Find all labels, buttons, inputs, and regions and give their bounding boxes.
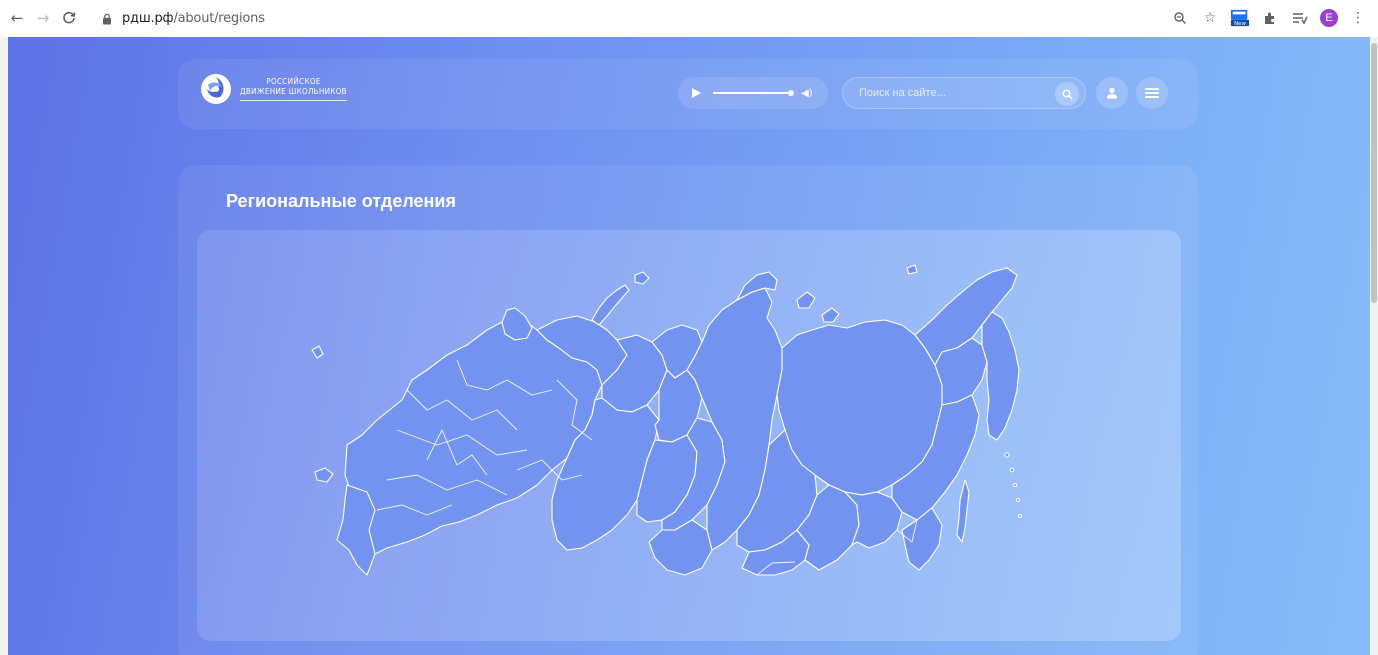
russia-regions-map[interactable] (197, 230, 1181, 641)
play-icon[interactable] (692, 88, 701, 98)
region-novaya-zemlya[interactable] (591, 284, 630, 326)
region-kuril-islands-3[interactable] (1012, 482, 1018, 488)
region-kamchatka[interactable] (981, 311, 1020, 441)
region-altai[interactable] (648, 519, 713, 576)
bookmark-star-icon[interactable]: ☆ (1200, 8, 1220, 28)
puzzle-extensions-icon[interactable] (1260, 8, 1280, 28)
search-icon[interactable] (1055, 82, 1079, 106)
region-kuril-islands-5[interactable] (1017, 513, 1023, 519)
region-kuril-islands[interactable] (1004, 452, 1010, 458)
extension-new-icon[interactable]: New (1230, 8, 1250, 28)
lock-icon (100, 12, 114, 26)
user-account-button[interactable] (1096, 77, 1128, 109)
profile-avatar[interactable]: E (1320, 9, 1338, 27)
region-kuril-islands-4[interactable] (1015, 497, 1021, 503)
site-logo[interactable]: РОССИЙСКОЕ ДВИЖЕНИЕ ШКОЛЬНИКОВ (200, 73, 347, 105)
audio-progress-track[interactable] (713, 90, 794, 96)
region-sakhalin[interactable] (956, 479, 970, 543)
browser-toolbar: ← → рдш.рф/about/regions ☆ New E ⋮ (0, 0, 1378, 37)
region-kaliningrad[interactable] (311, 345, 324, 359)
audio-progress-knob[interactable] (788, 90, 794, 96)
scrollbar-thumb[interactable] (1371, 43, 1377, 303)
map-panel (197, 230, 1181, 641)
regions-card: Региональные отделения (178, 165, 1198, 655)
kebab-menu-icon[interactable]: ⋮ (1348, 8, 1368, 28)
url-text: рдш.рф/about/regions (122, 11, 265, 26)
menu-button[interactable] (1136, 77, 1168, 109)
back-arrow-icon[interactable]: ← (6, 7, 28, 29)
address-bar[interactable]: рдш.рф/about/regions (88, 5, 1228, 32)
region-wrangel[interactable] (906, 264, 918, 275)
logo-line-1: РОССИЙСКОЕ (266, 77, 321, 86)
logo-text: РОССИЙСКОЕ ДВИЖЕНИЕ ШКОЛЬНИКОВ (240, 77, 347, 101)
region-south[interactable] (336, 484, 376, 576)
user-icon (1107, 87, 1117, 99)
url-domain: рдш.рф (122, 11, 174, 26)
region-new-siberian[interactable] (821, 307, 840, 323)
region-kuril-islands-2[interactable] (1009, 467, 1015, 473)
logo-line-2: ДВИЖЕНИЕ ШКОЛЬНИКОВ (240, 87, 347, 101)
hamburger-icon (1145, 88, 1159, 98)
zoom-icon[interactable] (1170, 8, 1190, 28)
url-path: /about/regions (173, 11, 265, 26)
site-header: РОССИЙСКОЕ ДВИЖЕНИЕ ШКОЛЬНИКОВ ◀) (178, 59, 1198, 129)
region-kola[interactable] (501, 307, 533, 341)
search-box (842, 77, 1086, 109)
reload-icon[interactable] (58, 7, 80, 29)
audio-player: ◀) (678, 77, 828, 109)
scrollbar-track[interactable] (1370, 37, 1378, 655)
left-edge (0, 37, 8, 655)
reading-list-icon[interactable] (1290, 8, 1310, 28)
search-input[interactable] (859, 87, 1039, 99)
region-crimea[interactable] (314, 467, 334, 483)
region-severnaya-zemlya[interactable] (796, 291, 816, 309)
forward-arrow-icon[interactable]: → (32, 7, 54, 29)
logo-icon (201, 74, 231, 104)
page-viewport: РОССИЙСКОЕ ДВИЖЕНИЕ ШКОЛЬНИКОВ ◀) Регион… (0, 37, 1378, 655)
browser-actions: ☆ New E ⋮ (1170, 7, 1368, 29)
volume-icon[interactable]: ◀) (801, 88, 813, 99)
region-franz-josef[interactable] (634, 271, 650, 285)
page-title: Региональные отделения (226, 191, 456, 211)
extension-badge-text: New (1234, 21, 1246, 27)
